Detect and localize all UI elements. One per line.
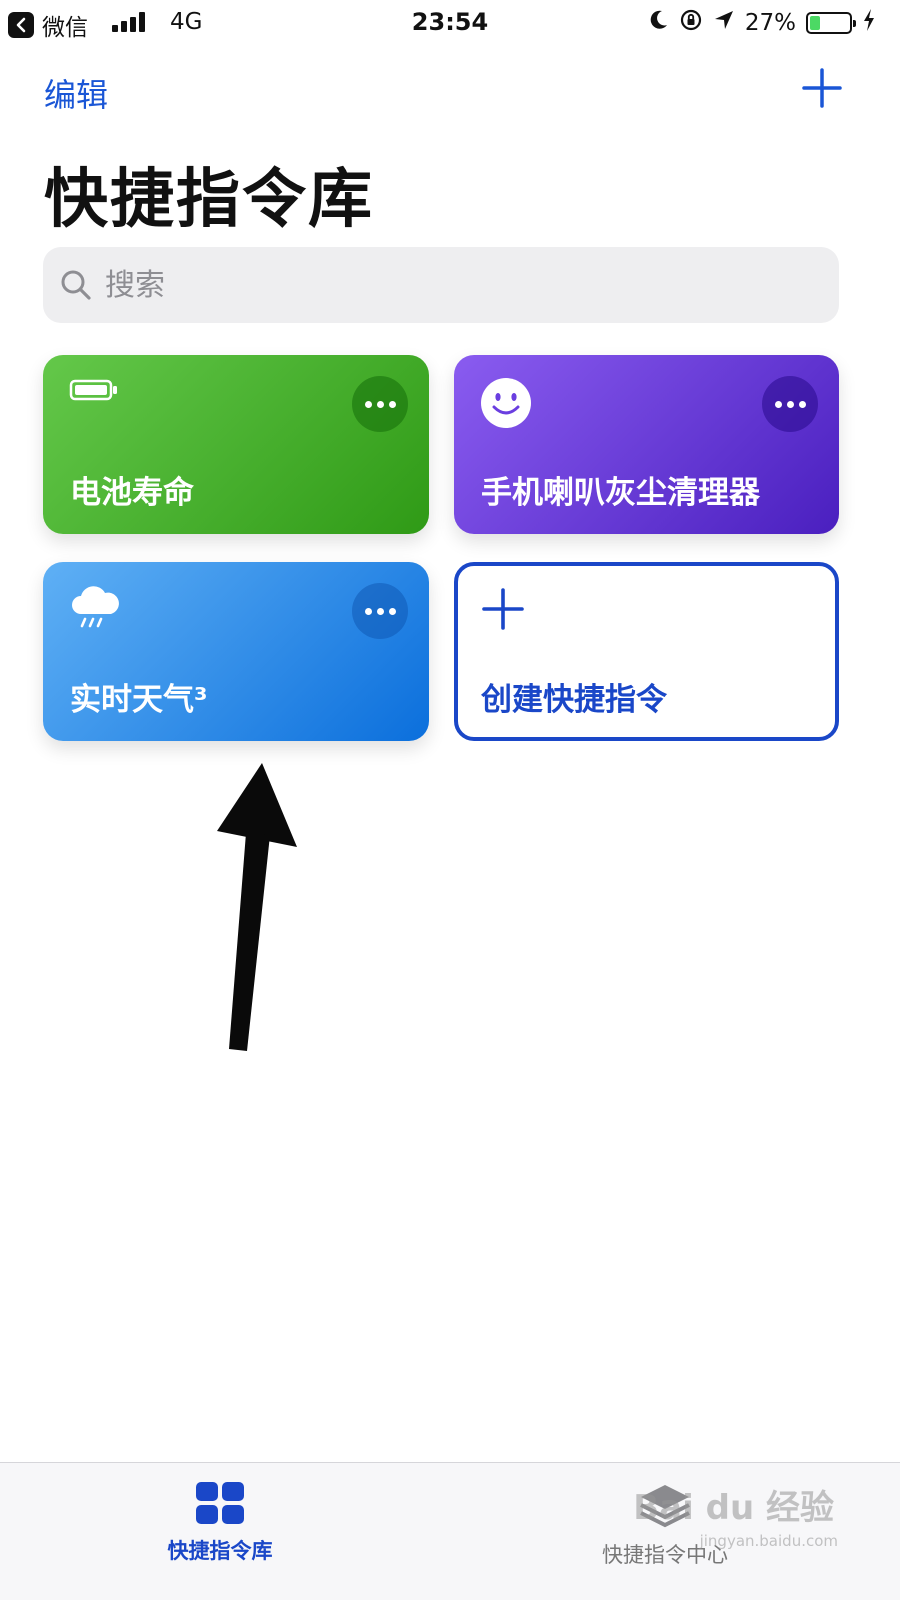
- more-options-button[interactable]: [352, 583, 408, 639]
- battery-icon: [69, 377, 119, 407]
- shortcut-label: 实时天气³: [70, 682, 208, 718]
- more-options-button[interactable]: [762, 376, 818, 432]
- battery-icon: [806, 12, 856, 34]
- more-dot: [388, 400, 396, 408]
- search-icon: [61, 270, 91, 300]
- charging-bolt-icon: [862, 8, 876, 38]
- shortcut-label: 手机喇叭灰尘清理器: [481, 475, 760, 511]
- more-dot: [376, 607, 384, 615]
- page-title: 快捷指令库: [44, 163, 374, 237]
- create-shortcut-card[interactable]: 创建快捷指令: [454, 562, 839, 741]
- more-dot: [376, 400, 384, 408]
- rain-cloud-icon: [69, 584, 121, 636]
- rotation-lock-icon: [679, 8, 703, 38]
- battery-level-fill: [810, 16, 821, 30]
- watermark-url: jingyan.baidu.com: [699, 1532, 838, 1550]
- moon-icon: [649, 9, 669, 37]
- status-bar: 微信 4G 23:54 27%: [0, 0, 900, 46]
- tab-label: 快捷指令库: [167, 1539, 273, 1563]
- smiley-icon: [480, 377, 532, 433]
- status-indicators: 27%: [649, 8, 876, 38]
- battery-percent: 27%: [744, 10, 796, 36]
- shortcut-card-battery-life[interactable]: 电池寿命: [43, 355, 429, 534]
- search-bar[interactable]: [43, 247, 839, 323]
- more-dot: [774, 400, 782, 408]
- plus-icon: [802, 68, 842, 108]
- more-dot: [798, 400, 806, 408]
- more-dot: [364, 607, 372, 615]
- create-shortcut-label: 创建快捷指令: [481, 682, 667, 718]
- shortcut-label: 电池寿命: [70, 475, 194, 511]
- annotation-arrow-icon: [205, 755, 305, 1059]
- more-options-button[interactable]: [352, 376, 408, 432]
- more-dot: [786, 400, 794, 408]
- watermark-brand: Bai du 经验: [633, 1488, 834, 1528]
- more-dot: [364, 400, 372, 408]
- shortcut-card-speaker-cleaner[interactable]: 手机喇叭灰尘清理器: [454, 355, 839, 534]
- edit-button[interactable]: 编辑: [44, 70, 108, 116]
- tab-shortcuts-library[interactable]: 快捷指令库: [150, 1481, 290, 1565]
- search-input[interactable]: [105, 267, 805, 303]
- shortcut-card-live-weather[interactable]: 实时天气³: [43, 562, 429, 741]
- more-dot: [388, 607, 396, 615]
- grid-icon: [196, 1482, 244, 1524]
- location-icon: [713, 9, 735, 37]
- add-shortcut-button[interactable]: [800, 66, 844, 110]
- plus-icon: [480, 586, 526, 636]
- shortcuts-library-screen: 微信 4G 23:54 27% 编辑 快捷指令库 搜索 电池寿命 手机喇叭灰尘清…: [0, 0, 900, 1600]
